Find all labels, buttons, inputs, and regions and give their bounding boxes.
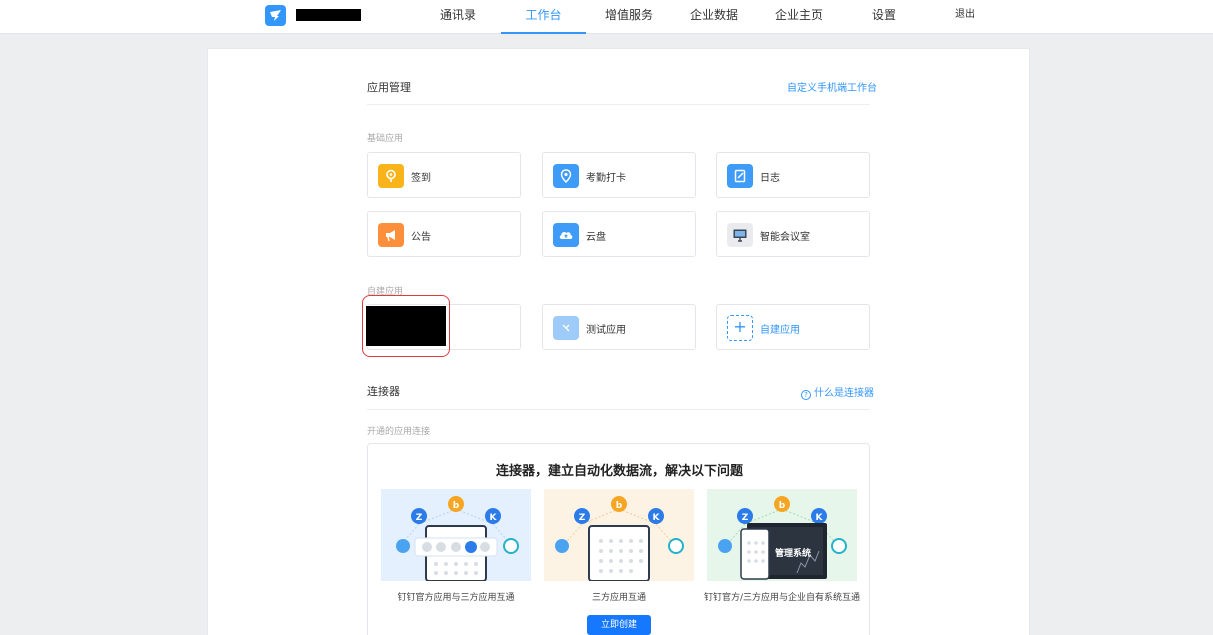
nav-item-workbench[interactable]: 工作台 [501,0,586,34]
illustration-official-to-third-party: b Z K [381,489,531,581]
nav-item-settings[interactable]: 设置 [864,0,904,34]
svg-text:Z: Z [416,513,423,523]
create-connector-button[interactable]: 立即创建 [587,615,651,635]
nav-item-enterprise-data[interactable]: 企业数据 [685,0,743,34]
customize-mobile-workbench-link[interactable]: 自定义手机端工作台 [787,79,877,94]
monitor-icon [727,223,753,247]
connector-promo-title: 连接器，建立自动化数据流，解决以下问题 [495,464,743,479]
app-card-smart-meeting-room[interactable]: 智能会议室 [716,211,870,257]
connector-promo-card: 连接器，建立自动化数据流，解决以下问题 b Z K 钉钉官方应用与三方应用互通 … [367,443,870,635]
app-management-title: 应用管理 [367,81,411,94]
nav-item-enterprise-homepage[interactable]: 企业主页 [770,0,828,34]
highlight-annotation-circle [362,295,450,357]
illustration-caption: 钉钉官方应用与三方应用互通 [397,593,515,603]
journal-icon [727,164,753,188]
app-card-checkin[interactable]: 签到 [367,152,521,198]
create-custom-app-label: 自建应用 [760,325,800,336]
illustration-third-party-interop: b Z K [544,489,694,581]
app-placeholder-icon [553,316,579,340]
svg-text:K: K [490,513,498,523]
app-card-test-app[interactable]: 测试应用 [542,304,696,350]
illustration-caption: 钉钉官方/三方应用与企业自有系统互通 [703,593,861,603]
svg-text:Z: Z [579,513,586,523]
illustration-screen-text: 管理系统 [775,549,812,559]
location-pin-icon [378,164,404,188]
create-custom-app-button[interactable]: + 自建应用 [716,304,870,350]
megaphone-icon [378,223,404,247]
illustration-enterprise-system-interop: b Z K 管理系统 [707,489,857,581]
section-divider [367,104,870,105]
svg-text:K: K [653,513,661,523]
app-card-journal[interactable]: 日志 [716,152,870,198]
top-navigation-bar: 通讯录 工作台 增值服务 企业数据 企业主页 设置 退出 [0,0,1213,34]
cloud-upload-icon [553,223,579,247]
basic-apps-label: 基础应用 [367,134,404,144]
app-card-attendance[interactable]: 考勤打卡 [542,152,696,198]
section-divider [367,409,870,410]
dingtalk-logo-icon[interactable] [265,5,286,26]
app-label: 考勤打卡 [586,173,626,184]
enabled-connections-label: 开通的应用连接 [367,427,431,437]
app-card-cloud-drive[interactable]: 云盘 [542,211,696,257]
app-label: 签到 [411,173,431,184]
what-is-connector-link[interactable]: ? 什么是连接器 [801,384,874,400]
app-label: 测试应用 [586,325,626,336]
svg-text:K: K [816,513,824,523]
location-marker-icon [553,164,579,188]
nav-item-value-added-services[interactable]: 增值服务 [600,0,658,34]
app-label: 智能会议室 [760,232,810,243]
illustration-caption: 三方应用互通 [591,593,646,603]
plus-icon: + [727,315,753,341]
svg-text:b: b [779,501,786,511]
redacted-company-name [296,9,361,21]
logout-link[interactable]: 退出 [950,0,980,34]
app-label: 公告 [411,232,431,243]
svg-text:b: b [616,501,623,511]
app-label: 日志 [760,173,780,184]
app-label: 云盘 [586,232,606,243]
question-circle-icon: ? [801,390,811,400]
connector-title: 连接器 [367,385,400,398]
app-card-announcement[interactable]: 公告 [367,211,521,257]
svg-text:b: b [453,501,460,511]
svg-text:Z: Z [742,513,749,523]
nav-item-contacts[interactable]: 通讯录 [432,0,484,34]
